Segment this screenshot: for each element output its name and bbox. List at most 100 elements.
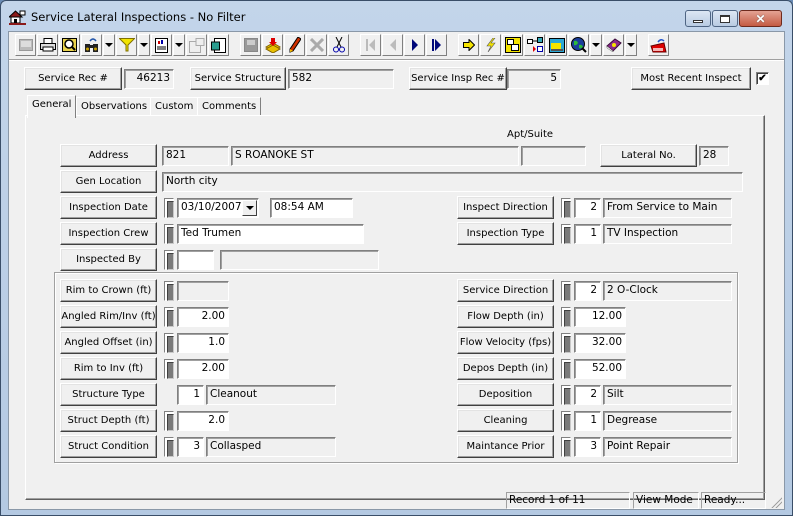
- report-button[interactable]: [151, 34, 172, 56]
- flow-velocity-field[interactable]: 32.00: [574, 333, 626, 353]
- service-insp-rec-field[interactable]: 5: [507, 69, 561, 89]
- filter-button[interactable]: [116, 34, 137, 56]
- report-dropdown[interactable]: [173, 34, 185, 56]
- apt-suite-field[interactable]: [521, 146, 586, 166]
- most-recent-checkbox[interactable]: ✔: [756, 72, 769, 85]
- cleaning-button[interactable]: Cleaning: [457, 409, 554, 432]
- flow-depth-button[interactable]: Flow Depth (in): [457, 305, 554, 328]
- previous-record-button[interactable]: [382, 34, 403, 56]
- close-button[interactable]: ✕: [739, 10, 782, 27]
- service-structure-field[interactable]: 582: [288, 69, 394, 89]
- exit-button[interactable]: [648, 34, 669, 56]
- maintance-prior-button[interactable]: Maintance Prior: [457, 435, 554, 458]
- first-record-button[interactable]: [360, 34, 381, 56]
- depos-depth-field[interactable]: 52.00: [574, 359, 626, 379]
- cleaning-code-field[interactable]: 1: [574, 411, 601, 431]
- print-preview-button[interactable]: [59, 34, 80, 56]
- inspect-direction-desc-field[interactable]: From Service to Main: [603, 198, 732, 218]
- filter-dropdown[interactable]: [138, 34, 150, 56]
- lateral-no-field[interactable]: 28: [699, 146, 729, 166]
- tab-general[interactable]: General: [27, 95, 77, 118]
- cleaning-desc-field[interactable]: Degrease: [603, 411, 732, 431]
- tab-custom[interactable]: Custom: [150, 97, 199, 117]
- rim-to-inv-field[interactable]: 2.00: [177, 359, 229, 379]
- go-to-button[interactable]: [458, 34, 479, 56]
- service-direction-button[interactable]: Service Direction: [457, 279, 554, 302]
- rim-to-crown-field[interactable]: [177, 281, 229, 301]
- add-record-button[interactable]: [262, 34, 283, 56]
- inspect-direction-code-field[interactable]: 2: [574, 198, 601, 218]
- angled-rim-inv-button[interactable]: Angled Rim/Inv (ft): [60, 305, 157, 328]
- struct-condition-code-field[interactable]: 3: [177, 437, 204, 457]
- next-record-button[interactable]: [404, 34, 425, 56]
- gen-location-field[interactable]: North city: [162, 172, 743, 192]
- service-structure-button[interactable]: Service Structure: [190, 67, 286, 90]
- structure-type-code-field[interactable]: 1: [177, 385, 204, 405]
- struct-depth-field[interactable]: 2.0: [177, 411, 229, 431]
- struct-depth-button[interactable]: Struct Depth (ft): [60, 409, 157, 432]
- deposition-desc-field[interactable]: Silt: [603, 385, 732, 405]
- find-dropdown[interactable]: [103, 34, 115, 56]
- structure-type-button[interactable]: Structure Type: [60, 383, 157, 406]
- lateral-no-button[interactable]: Lateral No.: [600, 144, 697, 167]
- maximize-button[interactable]: [712, 10, 738, 27]
- grid-view-button[interactable]: [15, 34, 36, 56]
- deposition-button[interactable]: Deposition: [457, 383, 554, 406]
- service-rec-field[interactable]: 46213: [124, 69, 174, 89]
- tab-observations[interactable]: Observations: [76, 97, 153, 117]
- inspected-by-desc-field[interactable]: [220, 250, 379, 270]
- print-button[interactable]: [37, 34, 58, 56]
- struct-condition-button[interactable]: Struct Condition: [60, 435, 157, 458]
- edit-button[interactable]: [284, 34, 305, 56]
- properties-button[interactable]: [186, 34, 207, 56]
- related-forms-button[interactable]: [502, 34, 523, 56]
- video-button[interactable]: [546, 34, 567, 56]
- map-button[interactable]: [568, 34, 589, 56]
- hierarchy-button[interactable]: [524, 34, 545, 56]
- inspection-crew-field[interactable]: Ted Trumen: [177, 224, 364, 244]
- inspected-by-button[interactable]: Inspected By: [60, 248, 157, 271]
- inspection-type-code-field[interactable]: 1: [574, 224, 601, 244]
- delete-button[interactable]: [306, 34, 327, 56]
- resize-grip[interactable]: [770, 496, 782, 508]
- help-book-button[interactable]: [603, 34, 624, 56]
- date-dropdown-button[interactable]: [242, 200, 257, 216]
- title-bar[interactable]: Service Lateral Inspections - No Filter …: [1, 1, 792, 31]
- struct-condition-desc-field[interactable]: Collasped: [206, 437, 336, 457]
- map-dropdown[interactable]: [590, 34, 602, 56]
- minimize-button[interactable]: [685, 10, 711, 27]
- service-direction-code-field[interactable]: 2: [574, 281, 601, 301]
- last-record-button[interactable]: [426, 34, 447, 56]
- structure-type-desc-field[interactable]: Cleanout: [206, 385, 336, 405]
- deposition-code-field[interactable]: 2: [574, 385, 601, 405]
- depos-depth-button[interactable]: Depos Depth (in): [457, 357, 554, 380]
- rim-to-crown-button[interactable]: Rim to Crown (ft): [60, 279, 157, 302]
- angled-offset-button[interactable]: Angled Offset (in): [60, 331, 157, 354]
- help-book-dropdown[interactable]: [625, 34, 637, 56]
- flow-depth-field[interactable]: 12.00: [574, 307, 626, 327]
- find-button[interactable]: [81, 34, 102, 56]
- inspection-type-desc-field[interactable]: TV Inspection: [603, 224, 732, 244]
- inspect-direction-button[interactable]: Inspect Direction: [457, 196, 554, 219]
- quick-action-button[interactable]: [480, 34, 501, 56]
- maintance-prior-desc-field[interactable]: Point Repair: [603, 437, 732, 457]
- address-street-field[interactable]: S ROANOKE ST: [231, 146, 519, 166]
- service-insp-rec-button[interactable]: Service Insp Rec #: [409, 67, 507, 90]
- service-rec-button[interactable]: Service Rec #: [24, 67, 122, 90]
- inspection-time-field[interactable]: 08:54 AM: [270, 198, 353, 218]
- export-button[interactable]: [208, 34, 229, 56]
- gen-location-button[interactable]: Gen Location: [60, 170, 157, 193]
- inspection-type-button[interactable]: Inspection Type: [457, 222, 554, 245]
- address-number-field[interactable]: 821: [162, 146, 229, 166]
- maintance-prior-code-field[interactable]: 3: [574, 437, 601, 457]
- flow-velocity-button[interactable]: Flow Velocity (fps): [457, 331, 554, 354]
- service-direction-desc-field[interactable]: 2 O-Clock: [603, 281, 732, 301]
- address-button[interactable]: Address: [60, 144, 157, 167]
- angled-rim-inv-field[interactable]: 2.00: [177, 307, 229, 327]
- cut-button[interactable]: [328, 34, 349, 56]
- inspected-by-code-field[interactable]: [177, 250, 214, 270]
- tab-comments[interactable]: Comments: [197, 97, 262, 117]
- angled-offset-field[interactable]: 1.0: [177, 333, 229, 353]
- most-recent-inspect-button[interactable]: Most Recent Inspect: [631, 67, 751, 90]
- inspection-crew-button[interactable]: Inspection Crew: [60, 222, 157, 245]
